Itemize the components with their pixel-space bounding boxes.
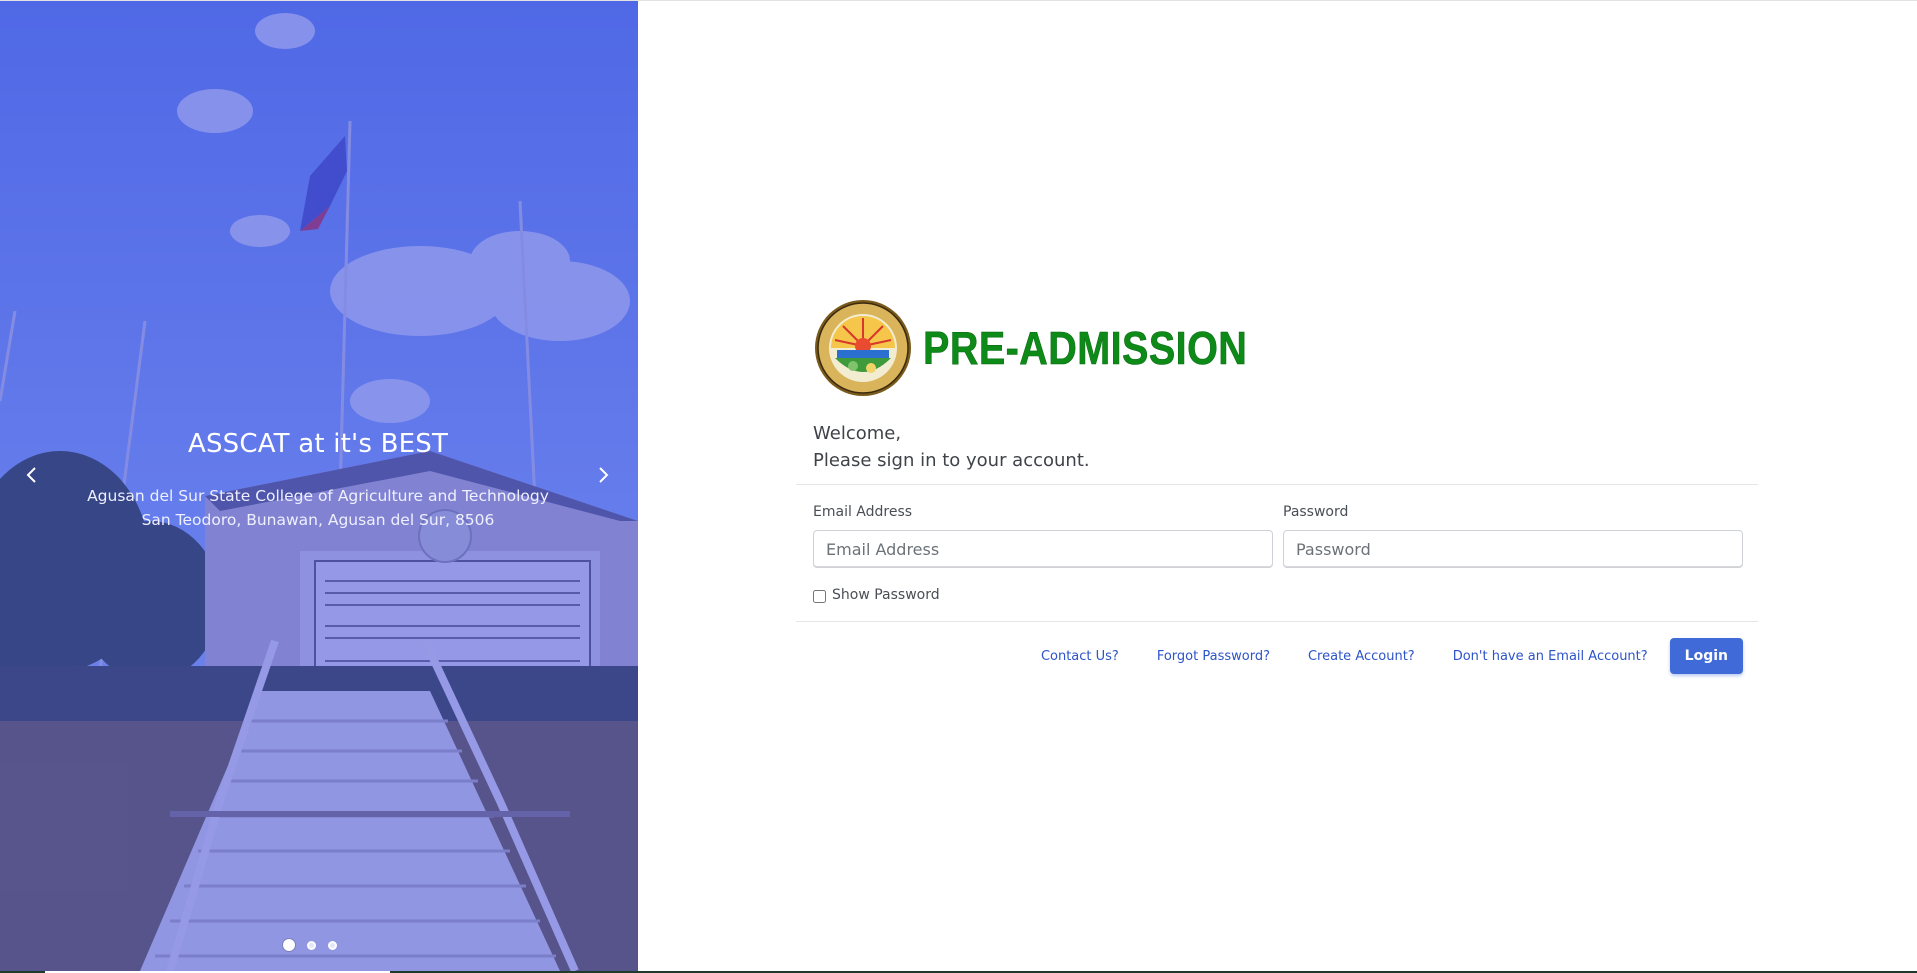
carousel-next-button[interactable] (588, 457, 618, 493)
contact-us-link[interactable]: Contact Us? (1041, 649, 1119, 664)
email-label: Email Address (813, 504, 913, 520)
action-bar: Contact Us? Forgot Password? Create Acco… (796, 638, 1743, 674)
show-password-label: Show Password (832, 587, 940, 603)
carousel-caption-title: ASSCAT at it's BEST (187, 429, 449, 459)
divider-bottom (796, 621, 1758, 622)
no-email-account-link[interactable]: Don't have an Email Account? (1453, 649, 1648, 664)
email-input[interactable] (813, 530, 1273, 568)
chevron-left-icon (26, 467, 36, 483)
password-input[interactable] (1283, 530, 1743, 568)
carousel-indicator-3[interactable] (328, 941, 337, 950)
carousel-caption-school: Agusan del Sur State College of Agricult… (87, 487, 549, 505)
show-password-row: Show Password (813, 587, 940, 603)
create-account-link[interactable]: Create Account? (1308, 649, 1415, 664)
carousel-caption-address: San Teodoro, Bunawan, Agusan del Sur, 85… (141, 511, 495, 529)
welcome-greeting: Welcome, (813, 423, 902, 444)
carousel-indicator-2[interactable] (307, 941, 316, 950)
welcome-message: Welcome, Please sign in to your account. (813, 420, 1090, 474)
brand-title: PRE-ADMISSION (923, 322, 1248, 375)
divider-top (796, 484, 1758, 485)
chevron-right-icon (599, 467, 609, 483)
campus-carousel: ASSCAT at it's BEST Agusan del Sur State… (0, 1, 638, 971)
carousel-indicator-1[interactable] (283, 939, 295, 951)
carousel-prev-button[interactable] (17, 457, 47, 493)
password-label: Password (1283, 504, 1349, 520)
carousel-indicators (283, 939, 337, 951)
show-password-checkbox[interactable] (813, 590, 826, 603)
brand-header: PRE-ADMISSION (813, 298, 1300, 398)
welcome-instruction: Please sign in to your account. (813, 450, 1090, 471)
forgot-password-link[interactable]: Forgot Password? (1157, 649, 1270, 664)
login-button[interactable]: Login (1669, 638, 1743, 674)
color-overlay (0, 1, 638, 971)
college-seal-logo (815, 300, 911, 396)
